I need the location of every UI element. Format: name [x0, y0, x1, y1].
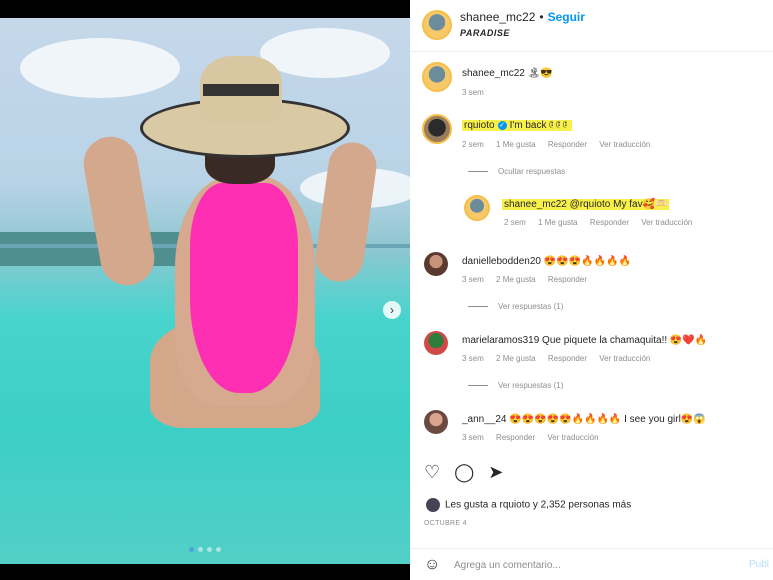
commenter-avatar[interactable] — [424, 331, 448, 355]
send-icon[interactable]: ➤ — [488, 462, 503, 482]
likes-text: Les gusta a rquioto y 2,352 personas más — [445, 499, 632, 511]
smiley-icon[interactable]: ☺ — [424, 556, 440, 574]
follow-button[interactable]: Seguir — [548, 10, 585, 24]
reply-button[interactable]: Responder — [548, 140, 587, 149]
view-replies-button[interactable]: Ver respuestas (1) — [468, 381, 563, 390]
cloud — [260, 28, 390, 78]
comment-meta: 2 sem 1 Me gusta Responder Ver traducció… — [462, 140, 660, 149]
comment-text: 😍😍😍😍😍🔥🔥🔥🔥 I see you girl😍😱 — [509, 414, 706, 425]
reply-text-line: shanee_mc22 @rquioto My fav🥰🫶🏻 — [502, 199, 670, 210]
carousel-dot — [207, 547, 212, 552]
comment-username[interactable]: _ann__24 — [462, 414, 507, 425]
hide-replies-button[interactable]: Ocultar respuestas — [468, 167, 565, 176]
reply-translate-button[interactable]: Ver traducción — [641, 218, 692, 227]
comment-time: 3 sem — [462, 354, 484, 363]
comment-username[interactable]: daniellebodden20 — [462, 256, 541, 267]
reply-time: 2 sem — [504, 218, 526, 227]
reply-username[interactable]: shanee_mc22 — [504, 199, 567, 210]
location-label[interactable]: PARADISE — [460, 28, 510, 38]
carousel-dot — [198, 547, 203, 552]
separator: • — [539, 10, 544, 24]
comment-username[interactable]: rquioto — [464, 120, 495, 131]
carousel-indicator — [0, 547, 410, 552]
comment-likes[interactable]: 2 Me gusta — [496, 275, 536, 284]
action-bar: ♡ ◯ ➤ — [424, 462, 503, 482]
reply-avatar[interactable] — [464, 195, 490, 221]
comment-text: I'm back 🤅🤅🤅 — [509, 120, 570, 131]
reply-reply-button[interactable]: Responder — [590, 218, 629, 227]
comment-text-line: rquioto ✓ I'm back 🤅🤅🤅 — [462, 120, 572, 131]
carousel-dot — [189, 547, 194, 552]
reply-likes[interactable]: 1 Me gusta — [538, 218, 578, 227]
photo-subject-arm — [312, 139, 380, 285]
verified-badge-icon: ✓ — [497, 120, 507, 130]
comment-time: 3 sem — [462, 275, 484, 284]
reply-button[interactable]: Responder — [548, 354, 587, 363]
comment-meta: 3 sem 2 Me gusta Responder Ver traducció… — [462, 354, 660, 363]
caption-time: 3 sem — [462, 88, 484, 97]
caption-meta: 3 sem — [462, 88, 494, 97]
comment-username[interactable]: marielaramos319 — [462, 335, 539, 346]
comment-text: 😍😍😍🔥🔥🔥🔥 — [543, 256, 631, 267]
liker-avatar — [426, 498, 440, 512]
author-avatar[interactable] — [422, 10, 452, 40]
translate-button[interactable]: Ver traducción — [599, 354, 650, 363]
caption-username[interactable]: shanee_mc22 — [462, 68, 525, 79]
translate-button[interactable]: Ver traducción — [599, 140, 650, 149]
post-date: OCTUBRE 4 — [424, 520, 467, 527]
view-replies-button[interactable]: Ver respuestas (1) — [468, 302, 563, 311]
comment-meta: 3 sem Responder Ver traducción — [462, 433, 609, 442]
post-header: shanee_mc22 • Seguir PARADISE — [410, 0, 773, 52]
cloud — [20, 38, 180, 98]
publish-button[interactable]: Publ — [749, 559, 769, 570]
reply-text: @rquioto My fav🥰🫶🏻 — [569, 199, 668, 210]
header-user-line: shanee_mc22 • Seguir — [460, 10, 585, 24]
caption-text: 🏝😎 — [527, 68, 553, 79]
comment-text-line: _ann__24 😍😍😍😍😍🔥🔥🔥🔥 I see you girl😍😱 — [462, 414, 706, 425]
carousel-dot — [216, 547, 221, 552]
author-username[interactable]: shanee_mc22 — [460, 10, 535, 24]
next-image-button[interactable]: › — [383, 301, 401, 319]
comment-likes[interactable]: 2 Me gusta — [496, 354, 536, 363]
comment-text-line: marielaramos319 Que piquete la chamaquit… — [462, 335, 707, 346]
post-panel: shanee_mc22 • Seguir PARADISE shanee_mc22 … — [410, 0, 773, 580]
comment-text-line: daniellebodden20 😍😍😍🔥🔥🔥🔥 — [462, 256, 631, 267]
pink-swimsuit — [190, 183, 298, 393]
comment-text: Que piquete la chamaquita!! 😍❤️🔥 — [542, 335, 708, 346]
caption-avatar[interactable] — [422, 62, 452, 92]
likes-summary[interactable]: Les gusta a rquioto y 2,352 personas más — [426, 498, 631, 512]
reply-meta: 2 sem 1 Me gusta Responder Ver traducció… — [504, 218, 702, 227]
reply-button[interactable]: Responder — [496, 433, 535, 442]
translate-button[interactable]: Ver traducción — [547, 433, 598, 442]
comment-meta: 3 sem 2 Me gusta Responder — [462, 275, 597, 284]
comment-input[interactable] — [454, 557, 714, 573]
comment-likes[interactable]: 1 Me gusta — [496, 140, 536, 149]
commenter-avatar[interactable] — [424, 410, 448, 434]
comment-icon[interactable]: ◯ — [454, 462, 474, 482]
reply-button[interactable]: Responder — [548, 275, 587, 284]
comment-time: 3 sem — [462, 433, 484, 442]
sun-hat-band — [203, 84, 279, 96]
caption-text-line: shanee_mc22 🏝😎 — [462, 68, 553, 79]
commenter-avatar[interactable] — [424, 252, 448, 276]
commenter-avatar[interactable] — [422, 114, 452, 144]
heart-icon[interactable]: ♡ — [424, 462, 440, 482]
add-comment-bar: ☺ Publ — [410, 548, 773, 580]
comment-time: 2 sem — [462, 140, 484, 149]
post-media[interactable]: › — [0, 18, 410, 564]
